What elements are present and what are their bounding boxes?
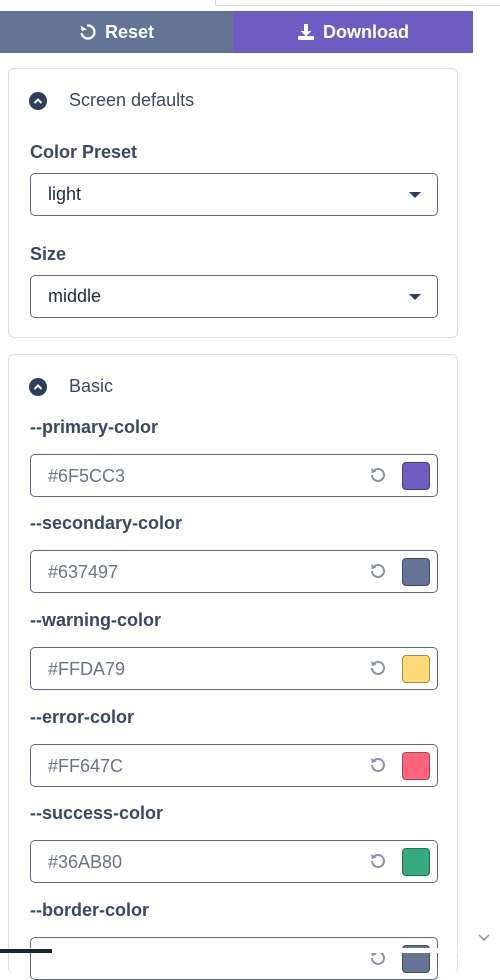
screen-defaults-panel: Screen defaults Color Preset light Size …: [8, 68, 458, 338]
color-preset-select[interactable]: light: [30, 173, 438, 216]
reset-button[interactable]: Reset: [0, 11, 233, 53]
color-swatch[interactable]: [402, 848, 430, 876]
size-label: Size: [30, 244, 67, 264]
reset-label: Reset: [104, 21, 155, 42]
basic-panel: Basic --primary-color #6F5CC3 --secondar…: [8, 354, 458, 980]
caret-down-icon: [409, 294, 421, 300]
primary-color-field[interactable]: #6F5CC3: [30, 454, 438, 497]
undo-icon[interactable]: [368, 851, 388, 871]
color-preset-label: Color Preset: [30, 142, 138, 162]
color-swatch[interactable]: [402, 655, 430, 683]
color-value: #FF647C: [48, 756, 124, 776]
color-swatch[interactable]: [402, 752, 430, 780]
success-color-field[interactable]: #36AB80: [30, 840, 438, 883]
color-var-label: --warning-color: [30, 610, 161, 630]
undo-icon[interactable]: [368, 561, 388, 581]
undo-icon[interactable]: [368, 755, 388, 775]
error-color-field[interactable]: #FF647C: [30, 744, 438, 787]
undo-icon[interactable]: [368, 658, 388, 678]
screen-defaults-header[interactable]: Screen defaults: [29, 90, 194, 111]
color-var-label: --secondary-color: [30, 513, 183, 533]
color-value: #6F5CC3: [48, 466, 126, 486]
undo-icon[interactable]: [368, 465, 388, 485]
top-edge: [215, 0, 500, 6]
warning-color-field[interactable]: #FFDA79: [30, 647, 438, 690]
size-value: middle: [48, 286, 102, 306]
panel-title: Screen defaults: [69, 90, 195, 110]
bottom-edge: [0, 948, 500, 953]
secondary-color-field[interactable]: #637497: [30, 550, 438, 593]
color-value: #FFDA79: [48, 659, 126, 679]
chevron-up-icon[interactable]: [29, 91, 47, 110]
size-select[interactable]: middle: [30, 275, 438, 318]
download-button[interactable]: Download: [233, 11, 473, 53]
action-bar: Reset Download: [0, 11, 473, 53]
taskbar-fragment: [0, 949, 52, 953]
color-value: #637497: [48, 562, 119, 582]
color-swatch[interactable]: [402, 462, 430, 490]
reset-icon: [80, 24, 96, 40]
chevron-up-icon[interactable]: [29, 377, 47, 396]
panel-title: Basic: [69, 376, 114, 396]
color-value: #36AB80: [48, 852, 123, 872]
color-var-label: --primary-color: [30, 417, 159, 437]
color-var-label: --border-color: [30, 900, 149, 920]
download-icon: [298, 24, 314, 40]
color-var-label: --error-color: [30, 707, 135, 727]
download-label: Download: [323, 21, 409, 42]
basic-header[interactable]: Basic: [29, 376, 113, 397]
scroll-down-icon[interactable]: [478, 933, 490, 943]
color-swatch[interactable]: [402, 558, 430, 586]
color-var-label: --success-color: [30, 803, 164, 823]
border-color-field[interactable]: [30, 937, 438, 980]
color-preset-value: light: [48, 184, 82, 204]
caret-down-icon: [409, 192, 421, 198]
